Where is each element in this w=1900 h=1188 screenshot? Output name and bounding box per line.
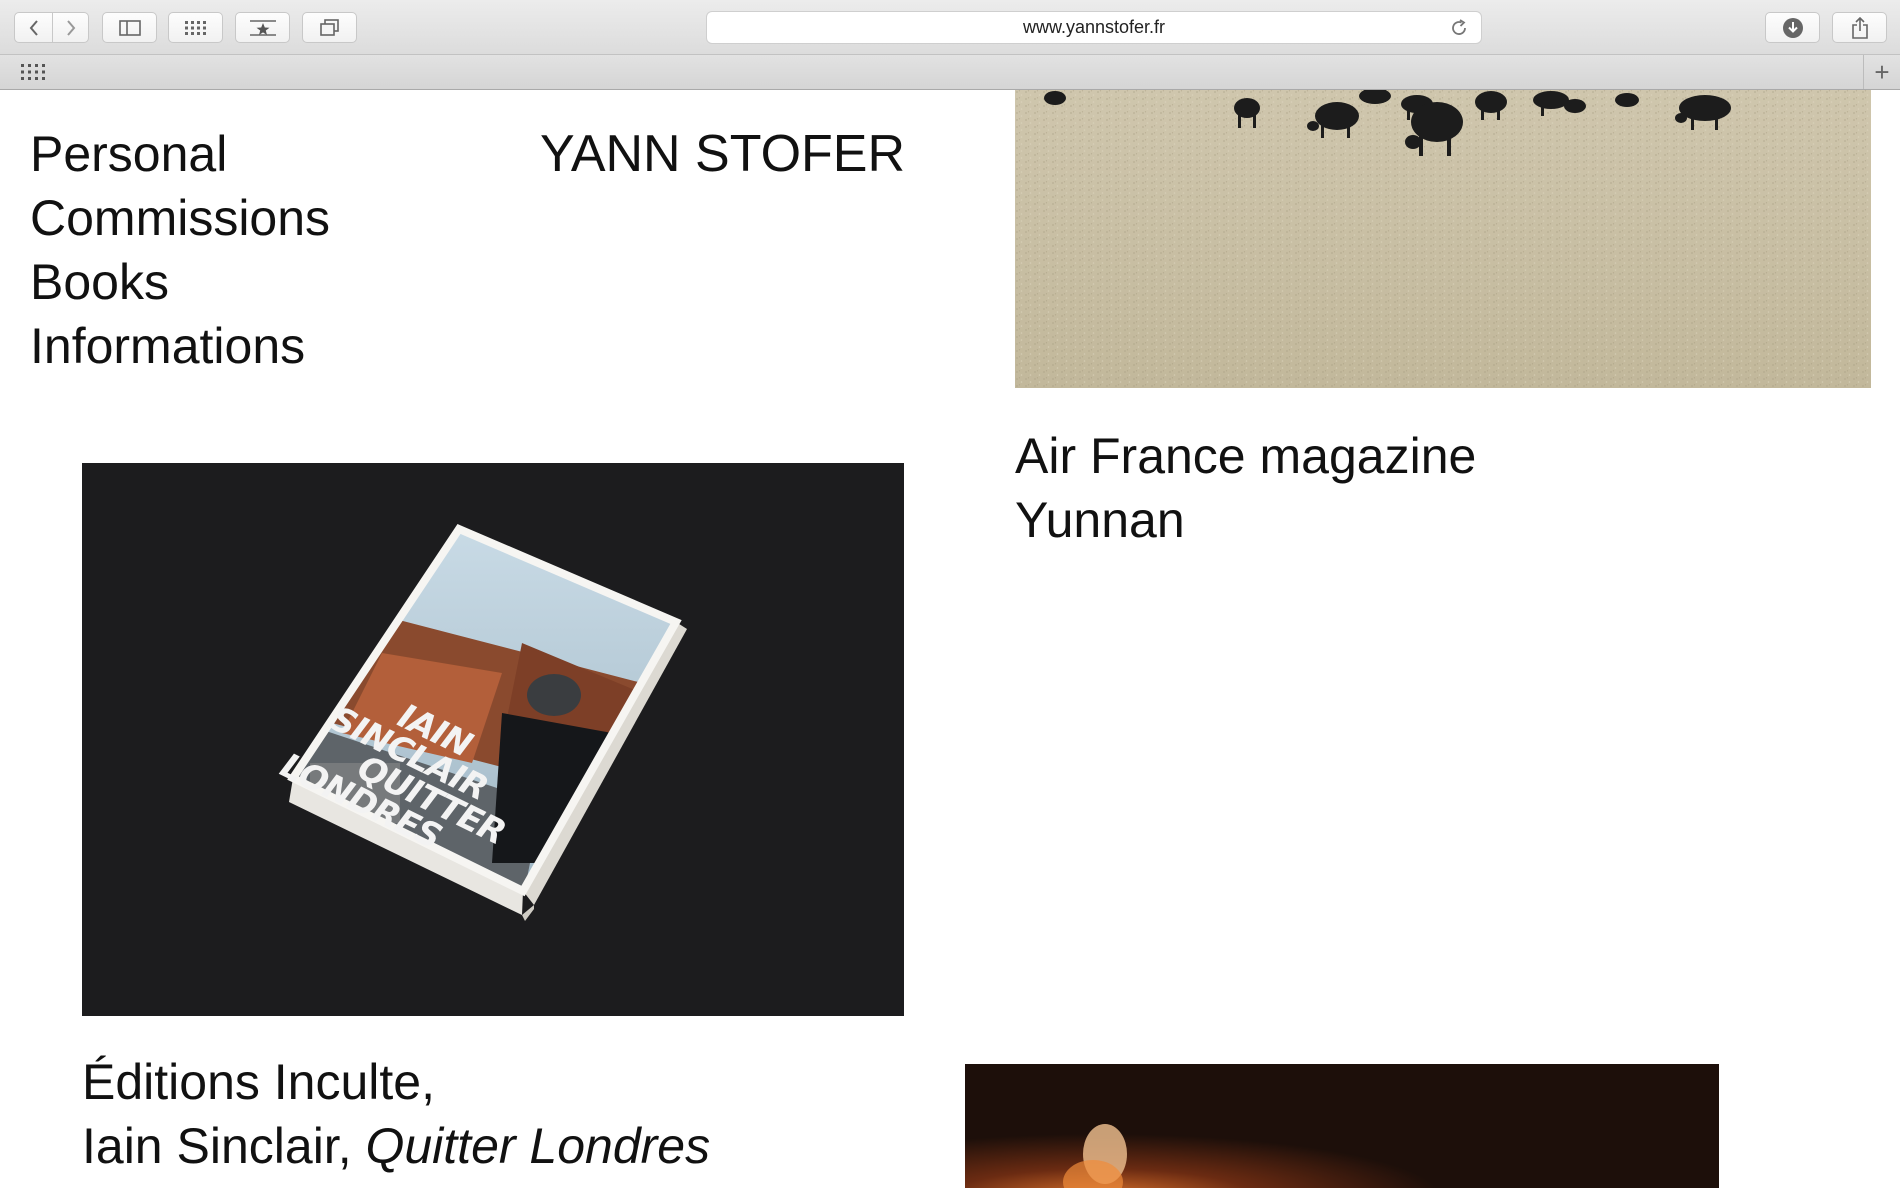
caption-line: Yunnan — [1015, 492, 1185, 548]
reader-star-icon — [249, 19, 276, 36]
back-arrow-icon — [29, 19, 38, 36]
address-bar[interactable]: www.yannstofer.fr — [706, 11, 1482, 44]
share-icon — [1851, 16, 1868, 39]
new-tab-button[interactable]: + — [1863, 55, 1900, 89]
top-sites-grid-icon — [184, 20, 206, 35]
caption-line: Éditions Inculte, — [82, 1054, 435, 1110]
firelit-scene-photo[interactable] — [965, 1064, 1719, 1188]
back-button[interactable] — [14, 12, 53, 43]
nav-item-commissions[interactable]: Commissions — [30, 186, 330, 250]
reload-icon[interactable] — [1449, 18, 1469, 38]
grid-icon[interactable] — [20, 63, 46, 81]
download-icon — [1782, 17, 1803, 38]
caption-line: Air France magazine — [1015, 428, 1477, 484]
sidebar-button[interactable] — [102, 12, 157, 43]
nav-item-personal[interactable]: Personal — [30, 122, 330, 186]
project-caption-editions-inculte[interactable]: Éditions Inculte, Iain Sinclair, Quitter… — [82, 1050, 710, 1178]
site-nav: Personal Commissions Books Informations — [30, 122, 330, 378]
tabs-overview-button[interactable] — [302, 12, 357, 43]
grazing-yaks-photo[interactable] — [1015, 90, 1871, 388]
caption-line: Iain Sinclair, Quitter Londres — [82, 1114, 710, 1178]
favorites-bar: + — [0, 55, 1900, 90]
forward-arrow-icon — [66, 19, 75, 36]
forward-button[interactable] — [53, 12, 89, 43]
top-sites-button[interactable] — [168, 12, 223, 43]
caption-book-title: Quitter Londres — [365, 1118, 711, 1174]
browser-toolbar: www.yannstofer.fr — [0, 0, 1900, 55]
nav-item-informations[interactable]: Informations — [30, 314, 330, 378]
url-text: www.yannstofer.fr — [1022, 17, 1166, 37]
nav-item-books[interactable]: Books — [30, 250, 330, 314]
project-caption-air-france[interactable]: Air France magazine Yunnan — [1015, 424, 1476, 552]
tabs-overview-icon — [319, 18, 339, 36]
caption-author: Iain Sinclair, — [82, 1118, 366, 1174]
share-button[interactable] — [1832, 12, 1887, 43]
site-title[interactable]: YANN STOFER — [540, 122, 905, 186]
web-page: Personal Commissions Books Informations … — [0, 90, 1900, 1188]
reader-button[interactable] — [235, 12, 290, 43]
sidebar-icon — [118, 19, 141, 36]
downloads-button[interactable] — [1765, 12, 1820, 43]
book-quitter-londres-photo[interactable]: IAIN SINCLAIR QUITTER LONDRES — [82, 463, 904, 1016]
